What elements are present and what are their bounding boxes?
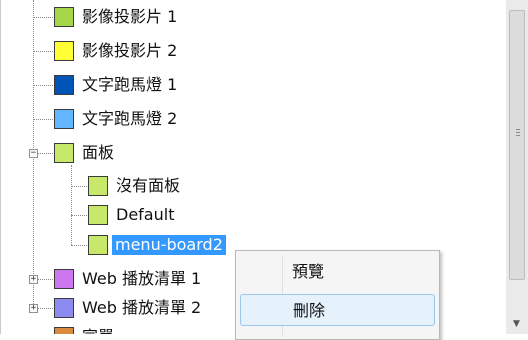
scroll-down-arrow-icon[interactable]: ▼ bbox=[513, 319, 520, 329]
tree-line bbox=[33, 17, 53, 18]
tree-item-selected[interactable]: menu-board2 bbox=[88, 230, 226, 260]
expand-toggle[interactable]: + bbox=[29, 275, 38, 284]
tree-line bbox=[33, 85, 53, 86]
color-swatch-icon bbox=[54, 109, 74, 129]
tree-item-label: 沒有面板 bbox=[116, 176, 181, 195]
tree-item-label: Web 播放清單 2 bbox=[82, 298, 202, 317]
tree-item[interactable]: 宣單 bbox=[54, 322, 114, 334]
scrollbar-thumb[interactable] bbox=[509, 10, 525, 280]
grip-line bbox=[516, 132, 520, 133]
tree-item-label: 文字跑馬燈 2 bbox=[82, 109, 178, 128]
tree-item[interactable]: Web 播放清單 1 bbox=[54, 264, 201, 294]
tree-item[interactable]: 影像投影片 1 bbox=[54, 2, 177, 32]
color-swatch-icon bbox=[54, 327, 74, 334]
color-swatch-icon bbox=[88, 205, 108, 225]
color-swatch-icon bbox=[54, 298, 74, 318]
context-menu: 預覽 刪除 bbox=[235, 250, 440, 340]
tree-item-label: Web 播放清單 1 bbox=[82, 269, 202, 288]
tree-line bbox=[71, 186, 87, 187]
tree-line bbox=[38, 279, 53, 280]
tree-item-label: 影像投影片 1 bbox=[82, 7, 178, 26]
tree-item[interactable]: 面板 bbox=[54, 138, 114, 168]
tree-line bbox=[38, 153, 53, 154]
tree-line bbox=[38, 308, 53, 309]
tree-item[interactable]: 文字跑馬燈 1 bbox=[54, 70, 177, 100]
color-swatch-icon bbox=[54, 75, 74, 95]
tree-item-label: 影像投影片 2 bbox=[82, 41, 178, 60]
tree-item[interactable]: 影像投影片 2 bbox=[54, 36, 177, 66]
menu-item-delete[interactable]: 刪除 bbox=[240, 294, 435, 326]
tree-item-label: 面板 bbox=[82, 143, 115, 162]
tree-item[interactable]: 沒有面板 bbox=[88, 171, 180, 201]
tree-line bbox=[71, 215, 87, 216]
color-swatch-icon bbox=[54, 41, 74, 61]
tree-item[interactable]: Web 播放清單 2 bbox=[54, 293, 201, 323]
color-swatch-icon bbox=[54, 143, 74, 163]
tree-item-label: menu-board2 bbox=[112, 235, 226, 255]
expand-toggle[interactable]: + bbox=[29, 304, 38, 313]
menu-item-preview[interactable]: 預覽 bbox=[240, 256, 435, 288]
collapse-toggle[interactable]: − bbox=[29, 149, 38, 158]
tree-line bbox=[33, 51, 53, 52]
tree-item-label: 文字跑馬燈 1 bbox=[82, 75, 178, 94]
color-swatch-icon bbox=[88, 176, 108, 196]
tree-item[interactable]: 文字跑馬燈 2 bbox=[54, 104, 177, 134]
tree-line bbox=[33, 119, 53, 120]
tree-item-label: Default bbox=[116, 205, 175, 224]
tree-item-label: 宣單 bbox=[82, 327, 114, 334]
color-swatch-icon bbox=[54, 7, 74, 27]
grip-line bbox=[516, 129, 520, 130]
tree-item[interactable]: Default bbox=[88, 200, 174, 230]
color-swatch-icon bbox=[88, 235, 108, 255]
color-swatch-icon bbox=[54, 269, 74, 289]
tree-line bbox=[71, 245, 87, 246]
tree-line bbox=[71, 165, 72, 245]
grip-line bbox=[516, 135, 520, 136]
